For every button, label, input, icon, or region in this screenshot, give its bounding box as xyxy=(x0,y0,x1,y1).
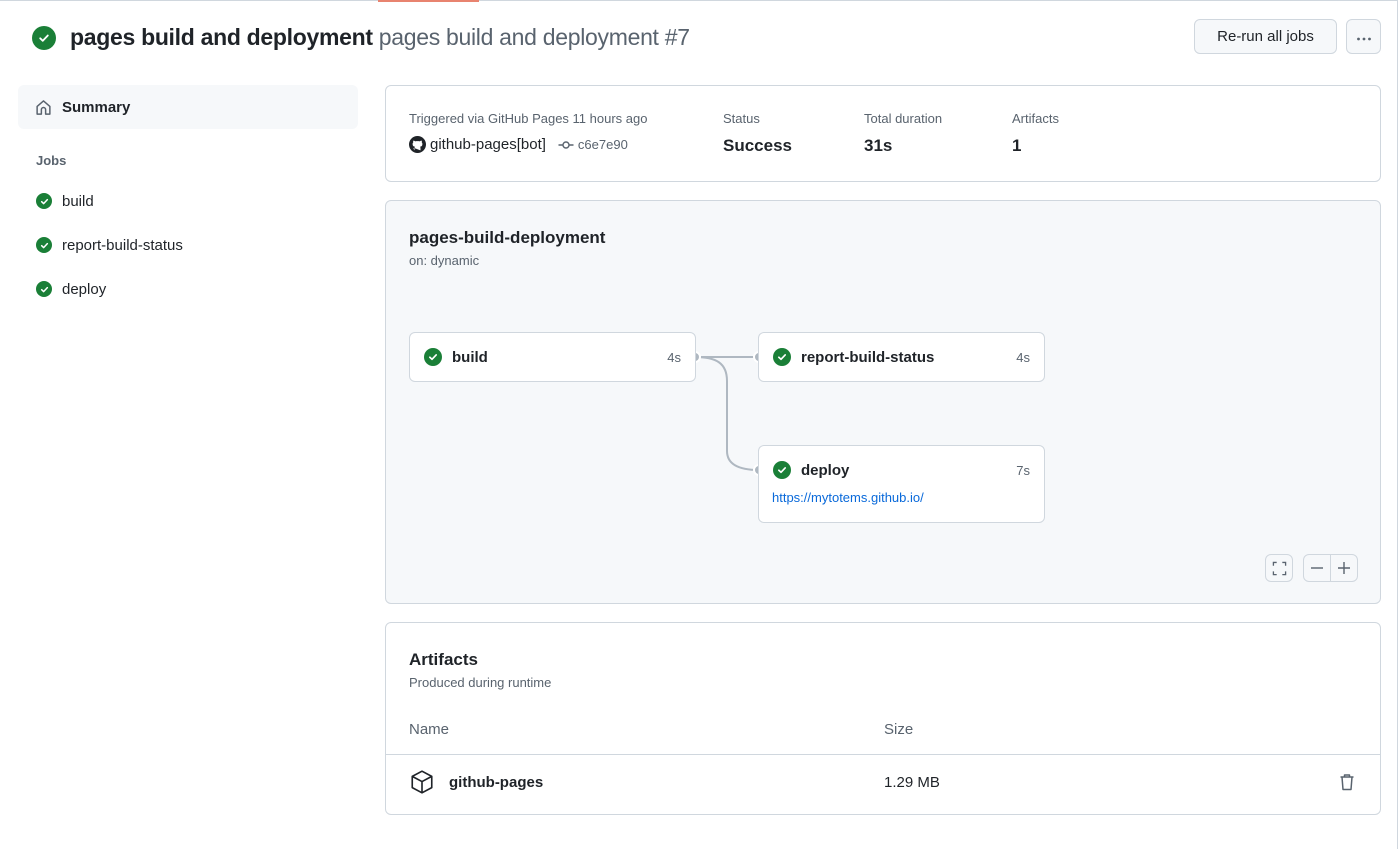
workflow-graph: pages-build-deployment on: dynamic build… xyxy=(385,200,1381,604)
artifact-name: github-pages xyxy=(449,773,544,791)
sidebar-job-report-build-status[interactable]: report-build-status xyxy=(18,223,358,267)
rerun-all-jobs-button[interactable]: Re-run all jobs xyxy=(1194,19,1337,54)
fullscreen-button[interactable] xyxy=(1265,554,1293,582)
sidebar-job-deploy[interactable]: deploy xyxy=(18,267,358,311)
artifacts-title: Artifacts xyxy=(409,650,478,669)
github-logo-icon xyxy=(409,136,426,153)
edge-build-deploy xyxy=(694,356,760,471)
right-border xyxy=(1397,0,1398,849)
artifacts-count[interactable]: 1 xyxy=(1012,136,1059,156)
artifacts-count-info: Artifacts 1 xyxy=(1012,111,1059,156)
top-border xyxy=(0,0,1397,1)
home-icon xyxy=(35,99,52,116)
job-name: report-build-status xyxy=(801,348,935,366)
trash-icon xyxy=(1339,773,1355,791)
run-sidebar: Summary Jobs build report-build-status d… xyxy=(18,85,358,311)
zoom-out-button[interactable] xyxy=(1304,555,1330,581)
plus-icon xyxy=(1338,562,1350,574)
graph-job-report-build-status[interactable]: report-build-status 4s xyxy=(758,332,1045,382)
artifacts-label: Artifacts xyxy=(1012,111,1059,126)
job-duration: 4s xyxy=(667,349,681,365)
minus-icon xyxy=(1311,567,1323,569)
column-header-size: Size xyxy=(884,721,914,738)
trigger-text: Triggered via GitHub Pages 11 hours ago xyxy=(409,111,648,126)
job-duration: 4s xyxy=(1016,349,1030,365)
git-commit-icon xyxy=(558,140,574,150)
artifacts-subtitle: Produced during runtime xyxy=(409,675,552,690)
delete-artifact-button[interactable] xyxy=(1339,773,1355,791)
graph-job-build[interactable]: build 4s xyxy=(409,332,696,382)
graph-job-deploy[interactable]: deploy 7s https://mytotems.github.io/ xyxy=(758,445,1045,523)
status-info: Status Success xyxy=(723,111,792,156)
check-circle-icon xyxy=(773,461,791,479)
artifact-size: 1.29 MB xyxy=(884,774,940,791)
duration-value: 31s xyxy=(864,136,893,155)
graph-connectors xyxy=(689,351,765,476)
table-divider xyxy=(386,754,1380,755)
status-value: Success xyxy=(723,136,792,155)
screen-full-icon xyxy=(1272,561,1287,576)
workflow-trigger: on: dynamic xyxy=(409,253,480,268)
duration-label: Total duration xyxy=(864,111,943,126)
commit-sha: c6e7e90 xyxy=(577,137,628,152)
sidebar-job-build[interactable]: build xyxy=(18,179,358,223)
sidebar-item-summary[interactable]: Summary xyxy=(18,85,358,129)
artifact-download-link[interactable]: github-pages xyxy=(409,769,543,795)
check-circle-icon xyxy=(773,348,791,366)
status-label: Status xyxy=(723,111,760,126)
commit-link[interactable]: c6e7e90 xyxy=(558,137,628,152)
sidebar-job-label: build xyxy=(62,192,94,210)
jobs-heading: Jobs xyxy=(36,153,67,168)
package-icon xyxy=(409,769,435,795)
job-duration: 7s xyxy=(1016,462,1030,478)
more-options-button[interactable] xyxy=(1346,19,1381,54)
check-circle-icon xyxy=(424,348,442,366)
workflow-file-name: pages-build-deployment xyxy=(409,228,606,247)
zoom-in-button[interactable] xyxy=(1330,555,1357,581)
trigger-info: Triggered via GitHub Pages 11 hours ago … xyxy=(409,111,647,153)
run-summary-card: Triggered via GitHub Pages 11 hours ago … xyxy=(385,85,1381,182)
duration-info: Total duration 31s xyxy=(864,111,942,156)
column-header-name: Name xyxy=(409,721,450,738)
run-header: pages build and deployment pages build a… xyxy=(32,24,690,51)
check-circle-icon xyxy=(36,237,52,253)
artifacts-card: Artifacts Produced during runtime Name S… xyxy=(385,622,1381,815)
check-circle-icon xyxy=(36,281,52,297)
actor-link[interactable]: github-pages[bot] xyxy=(430,136,546,153)
zoom-controls xyxy=(1303,554,1358,582)
sidebar-job-label: report-build-status xyxy=(62,236,183,254)
kebab-horizontal-icon xyxy=(1356,28,1372,45)
sidebar-item-label: Summary xyxy=(62,98,131,116)
run-title: pages build and deployment #7 xyxy=(378,24,690,50)
deployment-url-link[interactable]: https://mytotems.github.io/ xyxy=(772,490,1044,505)
job-name: build xyxy=(452,348,488,366)
sidebar-job-label: deploy xyxy=(62,280,107,298)
job-name: deploy xyxy=(801,461,850,479)
check-circle-icon xyxy=(36,193,52,209)
workflow-name: pages build and deployment xyxy=(70,24,373,50)
check-circle-icon xyxy=(32,25,56,50)
active-tab-indicator xyxy=(378,0,479,2)
